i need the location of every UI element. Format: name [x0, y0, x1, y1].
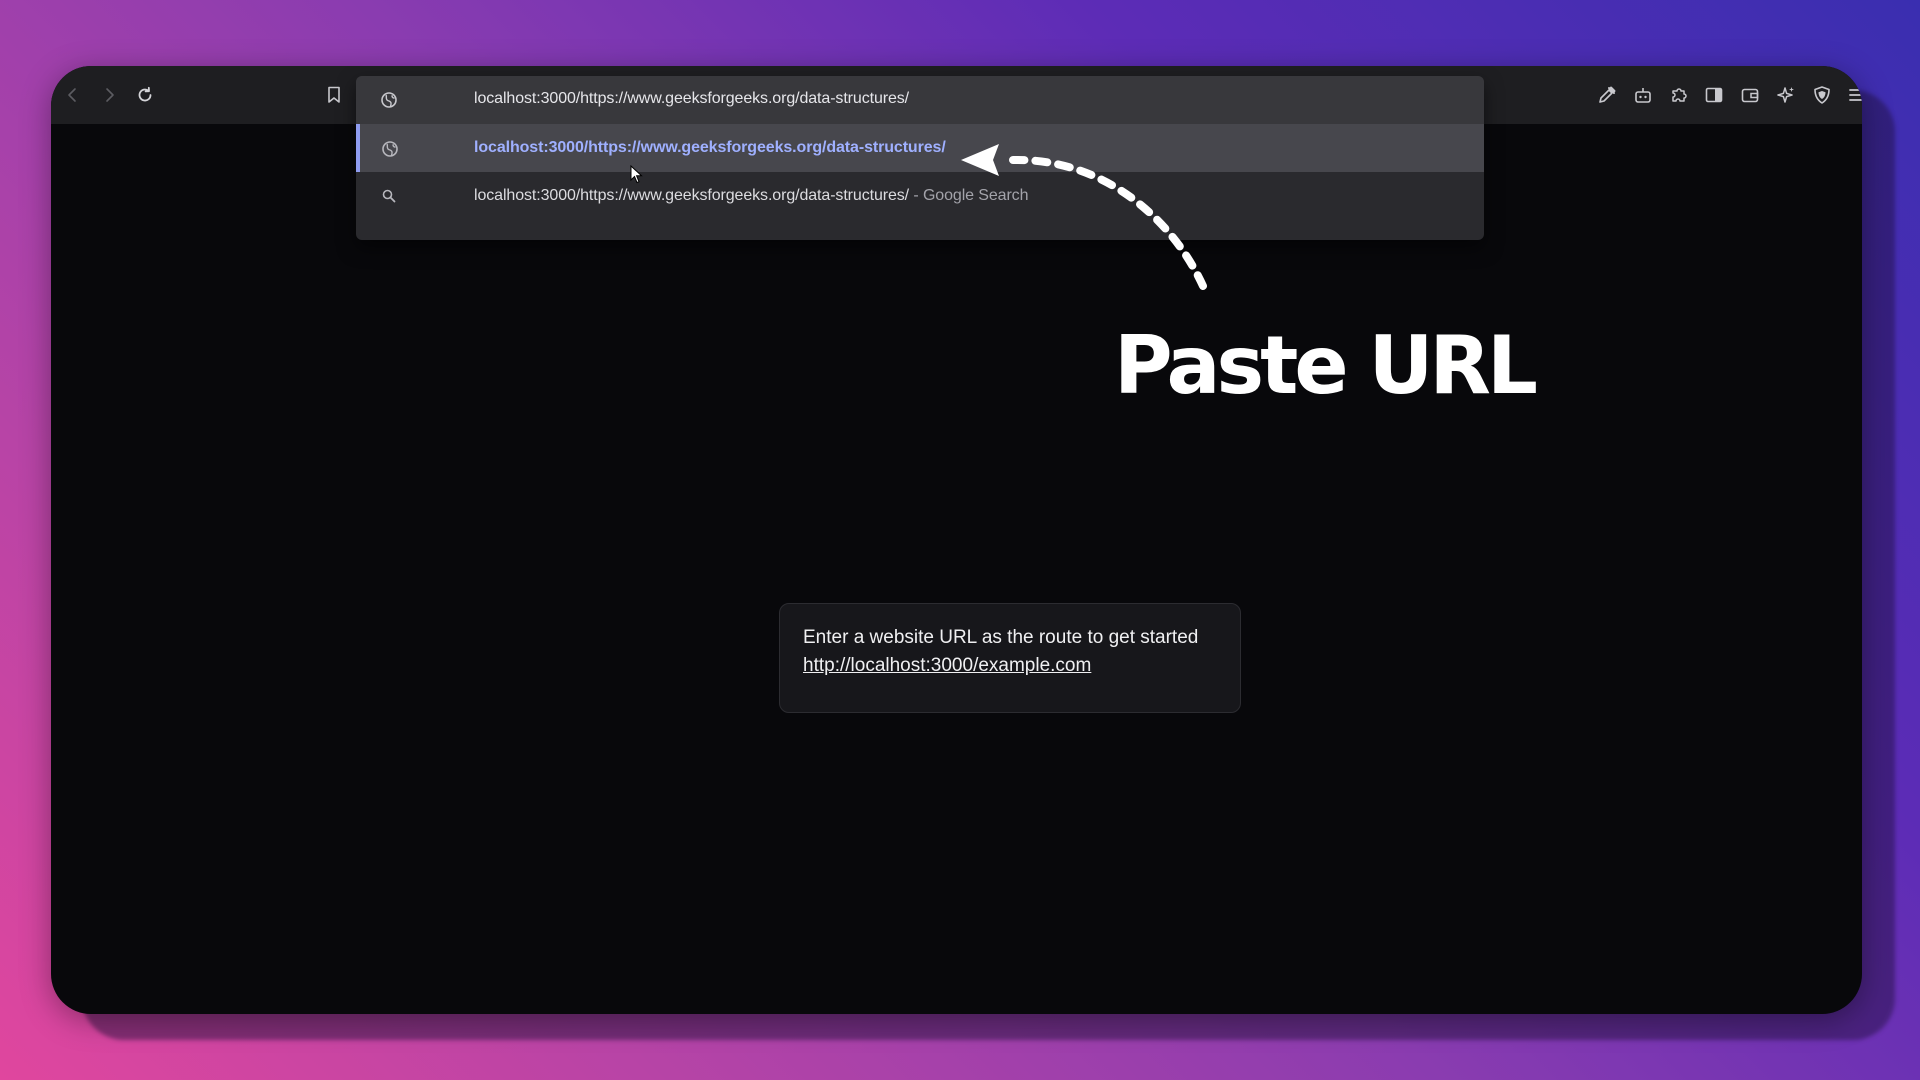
mouse-cursor — [630, 164, 644, 190]
sparkle-icon — [1777, 87, 1794, 103]
curved-arrow-annotation — [941, 136, 1211, 301]
globe-icon — [380, 91, 398, 114]
forward-button[interactable] — [94, 80, 124, 110]
suggestion-url-text: localhost:3000/https://www.geeksforgeeks… — [474, 139, 946, 156]
example-url-link[interactable]: http://localhost:3000/example.com — [803, 655, 1091, 677]
shields-button[interactable] — [1807, 80, 1837, 110]
browser-window: localhost:3000/https://www.geeksforgeeks… — [51, 66, 1862, 1014]
sidebar-icon — [1705, 87, 1723, 103]
robot-button[interactable] — [1628, 80, 1658, 110]
address-bar-text[interactable]: localhost:3000/https://www.geeksforgeeks… — [474, 90, 909, 108]
leo-ai-button[interactable] — [1771, 80, 1801, 110]
bookmark-icon — [328, 86, 340, 103]
reload-button[interactable] — [130, 80, 160, 110]
extensions-button[interactable] — [1664, 80, 1694, 110]
puzzle-icon — [1672, 88, 1687, 102]
wallet-button[interactable] — [1735, 80, 1765, 110]
back-icon — [68, 88, 76, 102]
shield-icon — [1814, 86, 1830, 104]
search-icon — [381, 188, 397, 209]
bookmark-button[interactable] — [319, 80, 349, 110]
paste-url-headline: Paste URL — [1114, 319, 1538, 412]
globe-icon — [381, 140, 399, 163]
getting-started-card: Enter a website URL as the route to get … — [779, 603, 1241, 713]
wallet-icon — [1741, 88, 1759, 103]
suggestion-search-query: localhost:3000/https://www.geeksforgeeks… — [474, 187, 910, 204]
suggestion-search[interactable]: localhost:3000/https://www.geeksforgeeks… — [356, 172, 1484, 220]
menu-icon — [1849, 89, 1862, 101]
eyedropper-button[interactable] — [1592, 80, 1622, 110]
forward-icon — [106, 88, 114, 102]
reload-icon — [138, 86, 152, 102]
address-bar[interactable]: localhost:3000/https://www.geeksforgeeks… — [356, 76, 1484, 124]
back-button[interactable] — [58, 80, 88, 110]
getting-started-message: Enter a website URL as the route to get … — [803, 627, 1199, 648]
selection-indicator — [356, 124, 360, 172]
robot-icon — [1635, 88, 1651, 103]
sidebar-button[interactable] — [1699, 80, 1729, 110]
omnibox-dropdown: localhost:3000/https://www.geeksforgeeks… — [356, 76, 1484, 240]
menu-button[interactable] — [1842, 80, 1862, 110]
eyedropper-icon — [1599, 86, 1616, 103]
suggestion-url[interactable]: localhost:3000/https://www.geeksforgeeks… — [356, 124, 1484, 172]
